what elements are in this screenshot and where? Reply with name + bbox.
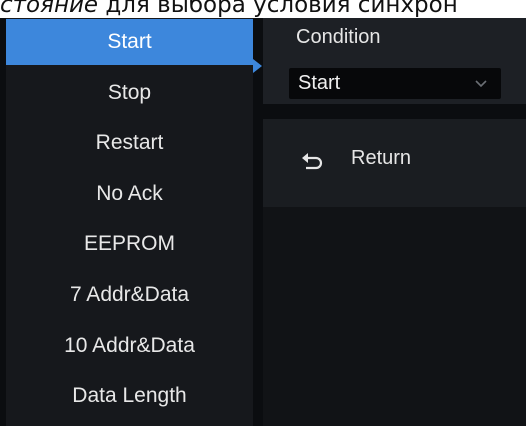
condition-panel: Condition Start Return [263, 18, 526, 426]
menu-item-label: 7 Addr&Data [69, 283, 190, 306]
condition-options-menu: Start Stop Restart No Ack EEPROM 7 Addr&… [6, 18, 253, 426]
oscilloscope-screen: Start Stop Restart No Ack EEPROM 7 Addr&… [0, 18, 526, 426]
menu-item-label: 10 Addr&Data [64, 334, 195, 357]
page-caption: стояние для выбора условия синхрон [0, 0, 526, 19]
selection-pointer-icon [253, 59, 262, 73]
condition-select[interactable]: Start [289, 68, 501, 99]
menu-item-label: EEPROM [83, 232, 175, 255]
return-label: Return [351, 147, 412, 169]
menu-item-no-ack[interactable]: No Ack [6, 171, 253, 217]
condition-section: Condition Start [263, 18, 526, 104]
return-icon [302, 153, 323, 170]
menu-item-data-length[interactable]: Data Length [6, 373, 253, 419]
menu-item-10-addr-data[interactable]: 10 Addr&Data [6, 323, 253, 369]
menu-item-stop[interactable]: Stop [6, 70, 253, 116]
menu-item-7-addr-data[interactable]: 7 Addr&Data [6, 272, 253, 318]
menu-item-eeprom[interactable]: EEPROM [6, 221, 253, 267]
menu-item-restart[interactable]: Restart [6, 120, 253, 166]
caption-italic-text: стояние [0, 0, 99, 18]
caption-text: для выбора условия синхрон [98, 0, 458, 18]
menu-item-label: Start [107, 30, 152, 53]
menu-item-start[interactable]: Start [6, 19, 253, 65]
chevron-down-icon [475, 80, 487, 88]
menu-item-label: Stop [107, 81, 152, 104]
condition-select-value: Start [298, 72, 341, 94]
menu-item-label: Restart [95, 131, 164, 154]
condition-label: Condition [296, 26, 381, 48]
return-button[interactable]: Return [263, 119, 526, 207]
menu-item-label: No Ack [96, 182, 163, 205]
menu-item-label: Data Length [72, 384, 187, 407]
section-divider [263, 104, 526, 119]
